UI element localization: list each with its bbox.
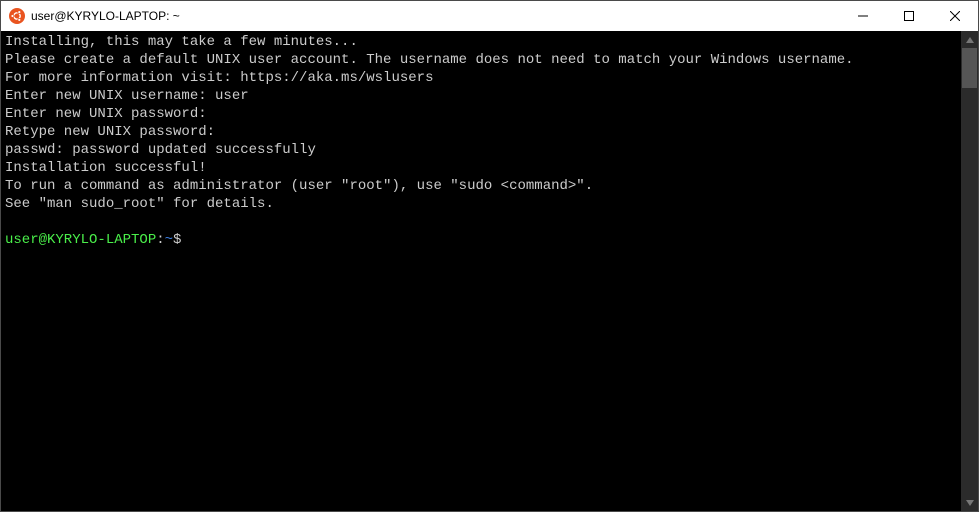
scroll-down-arrow[interactable] (961, 494, 978, 511)
terminal-area[interactable]: Installing, this may take a few minutes.… (1, 31, 978, 511)
terminal-line: Installation successful! (5, 159, 957, 177)
terminal-line: See "man sudo_root" for details. (5, 195, 957, 213)
prompt-user: user@KYRYLO-LAPTOP (5, 232, 156, 248)
terminal-line: passwd: password updated successfully (5, 141, 957, 159)
terminal-line: Retype new UNIX password: (5, 123, 957, 141)
minimize-button[interactable] (840, 1, 886, 31)
maximize-button[interactable] (886, 1, 932, 31)
window-controls (840, 1, 978, 31)
terminal-prompt[interactable]: user@KYRYLO-LAPTOP:~$ (5, 231, 957, 249)
close-button[interactable] (932, 1, 978, 31)
prompt-symbol: $ (173, 232, 190, 248)
scroll-thumb[interactable] (962, 48, 977, 88)
window-title: user@KYRYLO-LAPTOP: ~ (31, 9, 840, 23)
ubuntu-icon (9, 8, 25, 24)
prompt-colon: : (156, 232, 164, 248)
terminal-line: To run a command as administrator (user … (5, 177, 957, 195)
terminal-line: Please create a default UNIX user accoun… (5, 51, 957, 69)
terminal-content[interactable]: Installing, this may take a few minutes.… (1, 31, 961, 511)
prompt-path: ~ (165, 232, 173, 248)
terminal-line: Enter new UNIX username: user (5, 87, 957, 105)
terminal-line (5, 213, 957, 231)
window-titlebar: user@KYRYLO-LAPTOP: ~ (1, 1, 978, 31)
vertical-scrollbar[interactable] (961, 31, 978, 511)
terminal-line: Installing, this may take a few minutes.… (5, 33, 957, 51)
terminal-line: Enter new UNIX password: (5, 105, 957, 123)
terminal-line: For more information visit: https://aka.… (5, 69, 957, 87)
scroll-up-arrow[interactable] (961, 31, 978, 48)
